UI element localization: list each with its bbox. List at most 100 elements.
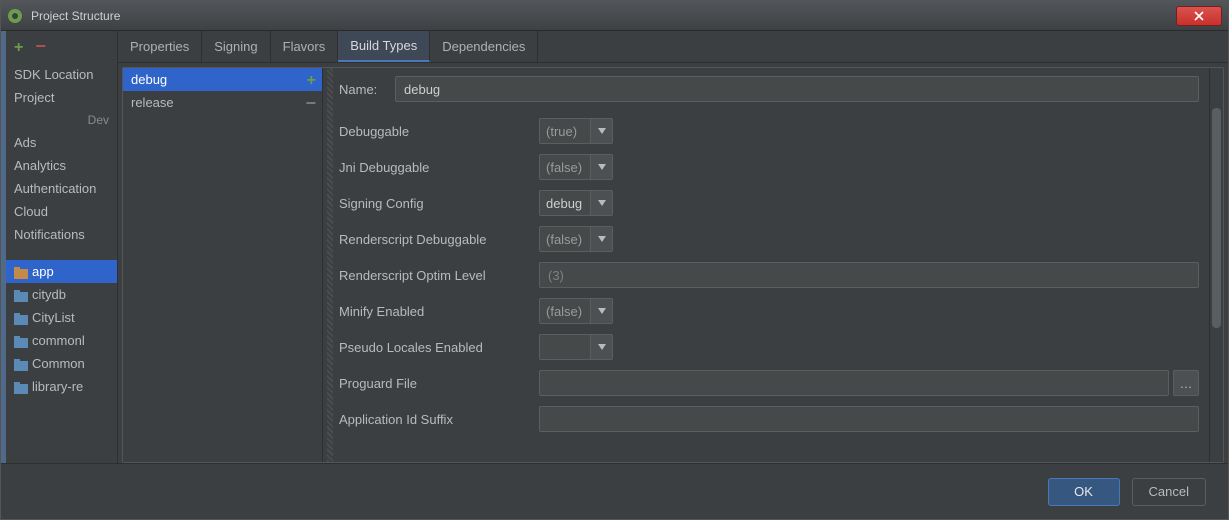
sidebar: + − SDK Location Project Dev Ads Analyti… [6, 31, 118, 463]
module-label: commonl [32, 333, 85, 348]
field-label: Application Id Suffix [339, 412, 539, 427]
form-row-application-id-suffix: Application Id Suffix [339, 406, 1199, 432]
tab-signing[interactable]: Signing [202, 31, 270, 62]
combo-value[interactable]: (false) [539, 154, 591, 180]
close-icon [1193, 10, 1205, 22]
titlebar: Project Structure [1, 1, 1228, 31]
module-item-app[interactable]: app [6, 260, 117, 283]
text-input[interactable] [539, 406, 1199, 432]
chevron-down-icon [598, 200, 606, 206]
module-label: citydb [32, 287, 66, 302]
field-label: Debuggable [339, 124, 539, 139]
add-build-type-button[interactable]: + [307, 72, 316, 90]
name-label: Name: [339, 82, 395, 97]
sidebar-item-cloud[interactable]: Cloud [6, 200, 117, 223]
tabs: Properties Signing Flavors Build Types D… [118, 31, 1228, 63]
tab-build-types[interactable]: Build Types [338, 31, 430, 62]
remove-module-button[interactable]: − [35, 39, 46, 57]
form-row-signing-config: Signing Configdebug [339, 190, 1199, 216]
form-row-renderscript-optim-level: Renderscript Optim Level [339, 262, 1199, 288]
chevron-down-icon [598, 236, 606, 242]
combo-value[interactable]: debug [539, 190, 591, 216]
field-label: Renderscript Debuggable [339, 232, 539, 247]
scrollbar-thumb[interactable] [1212, 108, 1221, 328]
sidebar-spacer [6, 246, 117, 260]
sidebar-item-ads[interactable]: Ads [6, 131, 117, 154]
chevron-down-icon [598, 344, 606, 350]
module-label: Common [32, 356, 85, 371]
build-type-release[interactable]: release [123, 91, 322, 114]
combo-dropdown-button[interactable] [591, 334, 613, 360]
combo-value[interactable]: (false) [539, 298, 591, 324]
form-row-proguard-file: Proguard File … [339, 370, 1199, 396]
combo-dropdown-button[interactable] [591, 190, 613, 216]
combo-value[interactable]: (false) [539, 226, 591, 252]
form-row-jni-debuggable: Jni Debuggable(false) [339, 154, 1199, 180]
text-input[interactable] [539, 370, 1169, 396]
form-row-renderscript-debuggable: Renderscript Debuggable(false) [339, 226, 1199, 252]
build-types-list: debug release + − [123, 68, 323, 462]
module-item-commonl[interactable]: commonl [6, 329, 117, 352]
sidebar-item-project[interactable]: Project [6, 86, 117, 109]
chevron-down-icon [598, 308, 606, 314]
name-input[interactable] [395, 76, 1199, 102]
field-label: Jni Debuggable [339, 160, 539, 175]
combo-dropdown-button[interactable] [591, 226, 613, 252]
sidebar-item-authentication[interactable]: Authentication [6, 177, 117, 200]
form-gutter [327, 68, 333, 462]
module-item-citylist[interactable]: CityList [6, 306, 117, 329]
tab-flavors[interactable]: Flavors [271, 31, 339, 62]
module-label: app [32, 264, 54, 279]
form-row-debuggable: Debuggable(true) [339, 118, 1199, 144]
sidebar-item-sdk-location[interactable]: SDK Location [6, 63, 117, 86]
field-label: Signing Config [339, 196, 539, 211]
module-icon [14, 359, 28, 371]
combo-value[interactable]: (true) [539, 118, 591, 144]
sidebar-item-notifications[interactable]: Notifications [6, 223, 117, 246]
text-input[interactable] [539, 262, 1199, 288]
build-type-debug[interactable]: debug [123, 68, 322, 91]
remove-build-type-button: − [305, 96, 316, 110]
module-item-citydb[interactable]: citydb [6, 283, 117, 306]
add-module-button[interactable]: + [14, 39, 23, 57]
module-icon [14, 313, 28, 325]
form-row-pseudo-locales-enabled: Pseudo Locales Enabled [339, 334, 1199, 360]
tab-properties[interactable]: Properties [118, 31, 202, 62]
field-label: Proguard File [339, 376, 539, 391]
ok-button[interactable]: OK [1048, 478, 1120, 506]
combo-value[interactable] [539, 334, 591, 360]
module-label: library-re [32, 379, 83, 394]
module-icon [14, 267, 28, 279]
field-label: Minify Enabled [339, 304, 539, 319]
build-type-form: Name: Debuggable(true)Jni Debuggable(fal… [323, 68, 1209, 462]
close-button[interactable] [1176, 6, 1222, 26]
browse-button[interactable]: … [1173, 370, 1199, 396]
chevron-down-icon [598, 164, 606, 170]
dialog-footer: OK Cancel [1, 463, 1228, 519]
scrollbar[interactable] [1209, 68, 1223, 462]
module-icon [14, 290, 28, 302]
module-icon [14, 382, 28, 394]
combo-dropdown-button[interactable] [591, 118, 613, 144]
chevron-down-icon [598, 128, 606, 134]
sidebar-toolbar: + − [6, 37, 117, 63]
field-label: Renderscript Optim Level [339, 268, 539, 283]
field-label: Pseudo Locales Enabled [339, 340, 539, 355]
sidebar-section-label: Dev [6, 109, 117, 131]
cancel-button[interactable]: Cancel [1132, 478, 1206, 506]
content-area: debug release + − Name: Debuggable(true)… [122, 67, 1224, 463]
module-item-common[interactable]: Common [6, 352, 117, 375]
window-title: Project Structure [31, 9, 1176, 23]
combo-dropdown-button[interactable] [591, 154, 613, 180]
combo-dropdown-button[interactable] [591, 298, 613, 324]
tab-dependencies[interactable]: Dependencies [430, 31, 538, 62]
name-row: Name: [339, 76, 1199, 102]
sidebar-item-analytics[interactable]: Analytics [6, 154, 117, 177]
module-icon [14, 336, 28, 348]
project-structure-dialog: Project Structure + − SDK Location Proje… [0, 0, 1229, 520]
main-panel: Properties Signing Flavors Build Types D… [118, 31, 1228, 463]
module-label: CityList [32, 310, 75, 325]
form-row-minify-enabled: Minify Enabled(false) [339, 298, 1199, 324]
module-item-library-re[interactable]: library-re [6, 375, 117, 398]
dialog-body: + − SDK Location Project Dev Ads Analyti… [1, 31, 1228, 463]
